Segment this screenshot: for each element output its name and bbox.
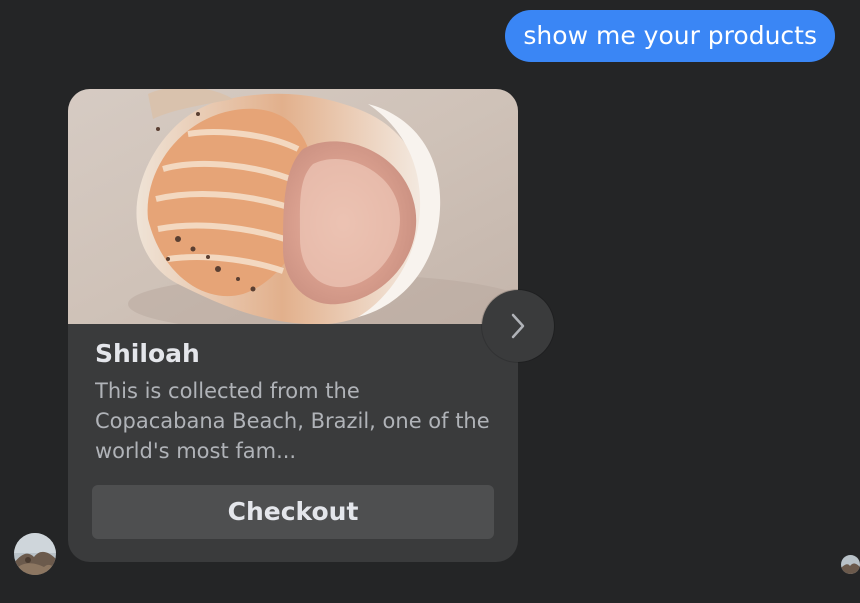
beach-rocks-avatar-small-icon <box>841 555 860 574</box>
seen-indicator-avatar <box>841 555 860 574</box>
carousel-next-button[interactable] <box>482 290 554 362</box>
chevron-right-icon <box>511 313 525 339</box>
beach-rocks-avatar-icon <box>14 533 56 575</box>
user-message-bubble: show me your products <box>505 10 835 62</box>
chat-thread: show me your products Shiloah This is co… <box>0 0 860 603</box>
product-description: This is collected from the Copacabana Be… <box>95 379 490 463</box>
bot-avatar[interactable] <box>14 533 56 575</box>
product-title: Shiloah <box>95 339 200 368</box>
product-image[interactable] <box>68 89 518 324</box>
product-card: Shiloah This is collected from the Copac… <box>68 89 518 562</box>
checkout-button[interactable]: Checkout <box>92 485 494 539</box>
